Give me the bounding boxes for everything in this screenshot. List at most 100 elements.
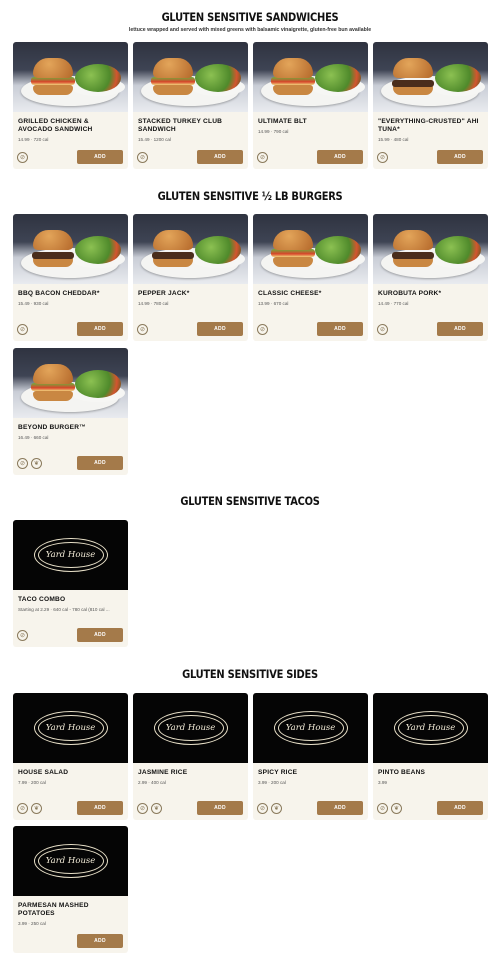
menu-card[interactable]: Yard House TACO COMBO Starting at 2.29 ·… <box>13 520 128 647</box>
item-name: STACKED TURKEY CLUB SANDWICH <box>138 118 223 133</box>
plant-icon: ❦ <box>31 803 42 814</box>
food-image <box>133 214 248 284</box>
menu-card[interactable]: Yard House JASMINE RICE 2.99 · 400 cal ⊘… <box>133 693 248 820</box>
no-gluten-icon: ⊘ <box>17 152 28 163</box>
menu-card[interactable]: GRILLED CHICKEN & AVOCADO SANDWICH 14.99… <box>13 42 128 169</box>
no-gluten-icon: ⊘ <box>257 152 268 163</box>
item-price-calories: 14.99 · 790 cal <box>258 129 289 134</box>
add-button[interactable]: ADD <box>77 801 123 815</box>
add-button[interactable]: ADD <box>77 456 123 470</box>
no-gluten-icon: ⊘ <box>257 803 268 814</box>
add-button[interactable]: ADD <box>437 322 483 336</box>
item-name: BEYOND BURGER™ <box>18 424 87 431</box>
food-image <box>373 42 488 112</box>
menu-card[interactable]: CLASSIC CHEESE* 13.99 · 670 cal ⊘ ADD <box>253 214 368 341</box>
menu-card[interactable]: Yard House SPICY RICE 3.99 · 200 cal ⊘ ❦ … <box>253 693 368 820</box>
item-name: JASMINE RICE <box>138 769 188 776</box>
no-gluten-icon: ⊘ <box>377 803 388 814</box>
section-title: GLUTEN SENSITIVE SANDWICHES <box>161 10 339 24</box>
menu-card[interactable]: Yard House HOUSE SALAD 7.99 · 200 cal ⊘ ❦… <box>13 693 128 820</box>
no-gluten-icon: ⊘ <box>17 324 28 335</box>
food-image <box>13 214 128 284</box>
section-title: GLUTEN SENSITIVE TACOS <box>180 494 320 508</box>
add-button[interactable]: ADD <box>197 150 243 164</box>
add-button[interactable]: ADD <box>317 150 363 164</box>
no-gluten-icon: ⊘ <box>377 152 388 163</box>
add-button[interactable]: ADD <box>437 150 483 164</box>
yard-house-logo: Yard House <box>133 693 248 763</box>
item-price-calories: 15.99 · 480 cal <box>378 137 409 142</box>
item-name: PINTO BEANS <box>378 769 426 776</box>
item-price-calories: 7.99 · 200 cal <box>18 780 46 785</box>
plant-icon: ❦ <box>151 803 162 814</box>
menu-card[interactable]: PEPPER JACK* 14.99 · 780 cal ⊘ ADD <box>133 214 248 341</box>
item-price-calories: 13.99 · 670 cal <box>258 301 289 306</box>
burgers-section: GLUTEN SENSITIVE ½ LB BURGERS <box>0 189 500 203</box>
item-price-calories: 3.99 <box>378 780 387 785</box>
item-name: GRILLED CHICKEN & AVOCADO SANDWICH <box>18 118 93 133</box>
sandwiches-section: GLUTEN SENSITIVE SANDWICHES lettuce wrap… <box>0 10 500 33</box>
add-button[interactable]: ADD <box>197 322 243 336</box>
item-name: "EVERYTHING-CRUSTED" AHI TUNA* <box>378 118 479 133</box>
menu-card[interactable]: Yard House PINTO BEANS 3.99 ⊘ ❦ ADD <box>373 693 488 820</box>
item-name: HOUSE SALAD <box>18 769 69 776</box>
add-button[interactable]: ADD <box>437 801 483 815</box>
yard-house-logo: Yard House <box>373 693 488 763</box>
no-gluten-icon: ⊘ <box>17 458 28 469</box>
item-price-calories: 14.99 · 720 cal <box>18 137 49 142</box>
menu-card[interactable]: Yard House PARMESAN MASHED POTATOES 3.99… <box>13 826 128 953</box>
item-price-calories: 15.49 · 1200 cal <box>138 137 171 142</box>
yard-house-logo: Yard House <box>13 520 128 590</box>
food-image <box>373 214 488 284</box>
add-button[interactable]: ADD <box>77 322 123 336</box>
yard-house-logo: Yard House <box>13 826 128 896</box>
item-name: CLASSIC CHEESE* <box>258 290 322 297</box>
add-button[interactable]: ADD <box>197 801 243 815</box>
food-image <box>253 214 368 284</box>
menu-card[interactable]: BBQ BACON CHEDDAR* 15.49 · 930 cal ⊘ ADD <box>13 214 128 341</box>
no-gluten-icon: ⊘ <box>137 803 148 814</box>
yard-house-logo: Yard House <box>253 693 368 763</box>
no-gluten-icon: ⊘ <box>137 324 148 335</box>
tacos-section: GLUTEN SENSITIVE TACOS <box>0 494 500 508</box>
add-button[interactable]: ADD <box>317 801 363 815</box>
section-subtitle: lettuce wrapped and served with mixed gr… <box>128 27 372 33</box>
no-gluten-icon: ⊘ <box>17 630 28 641</box>
item-name: TACO COMBO <box>18 596 66 603</box>
menu-card[interactable]: BEYOND BURGER™ 16.49 · 660 cal ⊘ ❦ ADD <box>13 348 128 475</box>
menu-card[interactable]: ULTIMATE BLT 14.99 · 790 cal ⊘ ADD <box>253 42 368 169</box>
item-price-calories: Starting at 2.29 · 640 cal - 780 cal (81… <box>18 607 110 612</box>
item-price-calories: 15.49 · 930 cal <box>18 301 49 306</box>
item-price-calories: 3.99 · 250 cal <box>18 921 46 926</box>
food-image <box>13 348 128 418</box>
yard-house-logo: Yard House <box>13 693 128 763</box>
food-image <box>133 42 248 112</box>
item-price-calories: 14.49 · 770 cal <box>378 301 409 306</box>
plant-icon: ❦ <box>391 803 402 814</box>
plant-icon: ❦ <box>271 803 282 814</box>
item-price-calories: 2.99 · 400 cal <box>138 780 166 785</box>
no-gluten-icon: ⊘ <box>137 152 148 163</box>
section-title: GLUTEN SENSITIVE ½ LB BURGERS <box>157 189 343 203</box>
add-button[interactable]: ADD <box>77 934 123 948</box>
menu-card[interactable]: STACKED TURKEY CLUB SANDWICH 15.49 · 120… <box>133 42 248 169</box>
food-image <box>13 42 128 112</box>
menu-card[interactable]: KUROBUTA PORK* 14.49 · 770 cal ⊘ ADD <box>373 214 488 341</box>
no-gluten-icon: ⊘ <box>377 324 388 335</box>
menu-card[interactable]: "EVERYTHING-CRUSTED" AHI TUNA* 15.99 · 4… <box>373 42 488 169</box>
item-name: ULTIMATE BLT <box>258 118 307 125</box>
item-name: PEPPER JACK* <box>138 290 190 297</box>
item-price-calories: 16.49 · 660 cal <box>18 435 49 440</box>
add-button[interactable]: ADD <box>317 322 363 336</box>
item-name: KUROBUTA PORK* <box>378 290 442 297</box>
no-gluten-icon: ⊘ <box>17 803 28 814</box>
add-button[interactable]: ADD <box>77 628 123 642</box>
food-image <box>253 42 368 112</box>
item-name: SPICY RICE <box>258 769 298 776</box>
plant-icon: ❦ <box>31 458 42 469</box>
item-name: PARMESAN MASHED POTATOES <box>18 902 89 917</box>
add-button[interactable]: ADD <box>77 150 123 164</box>
sides-section: GLUTEN SENSITIVE SIDES <box>0 667 500 681</box>
item-price-calories: 3.99 · 200 cal <box>258 780 286 785</box>
section-title: GLUTEN SENSITIVE SIDES <box>182 667 318 681</box>
